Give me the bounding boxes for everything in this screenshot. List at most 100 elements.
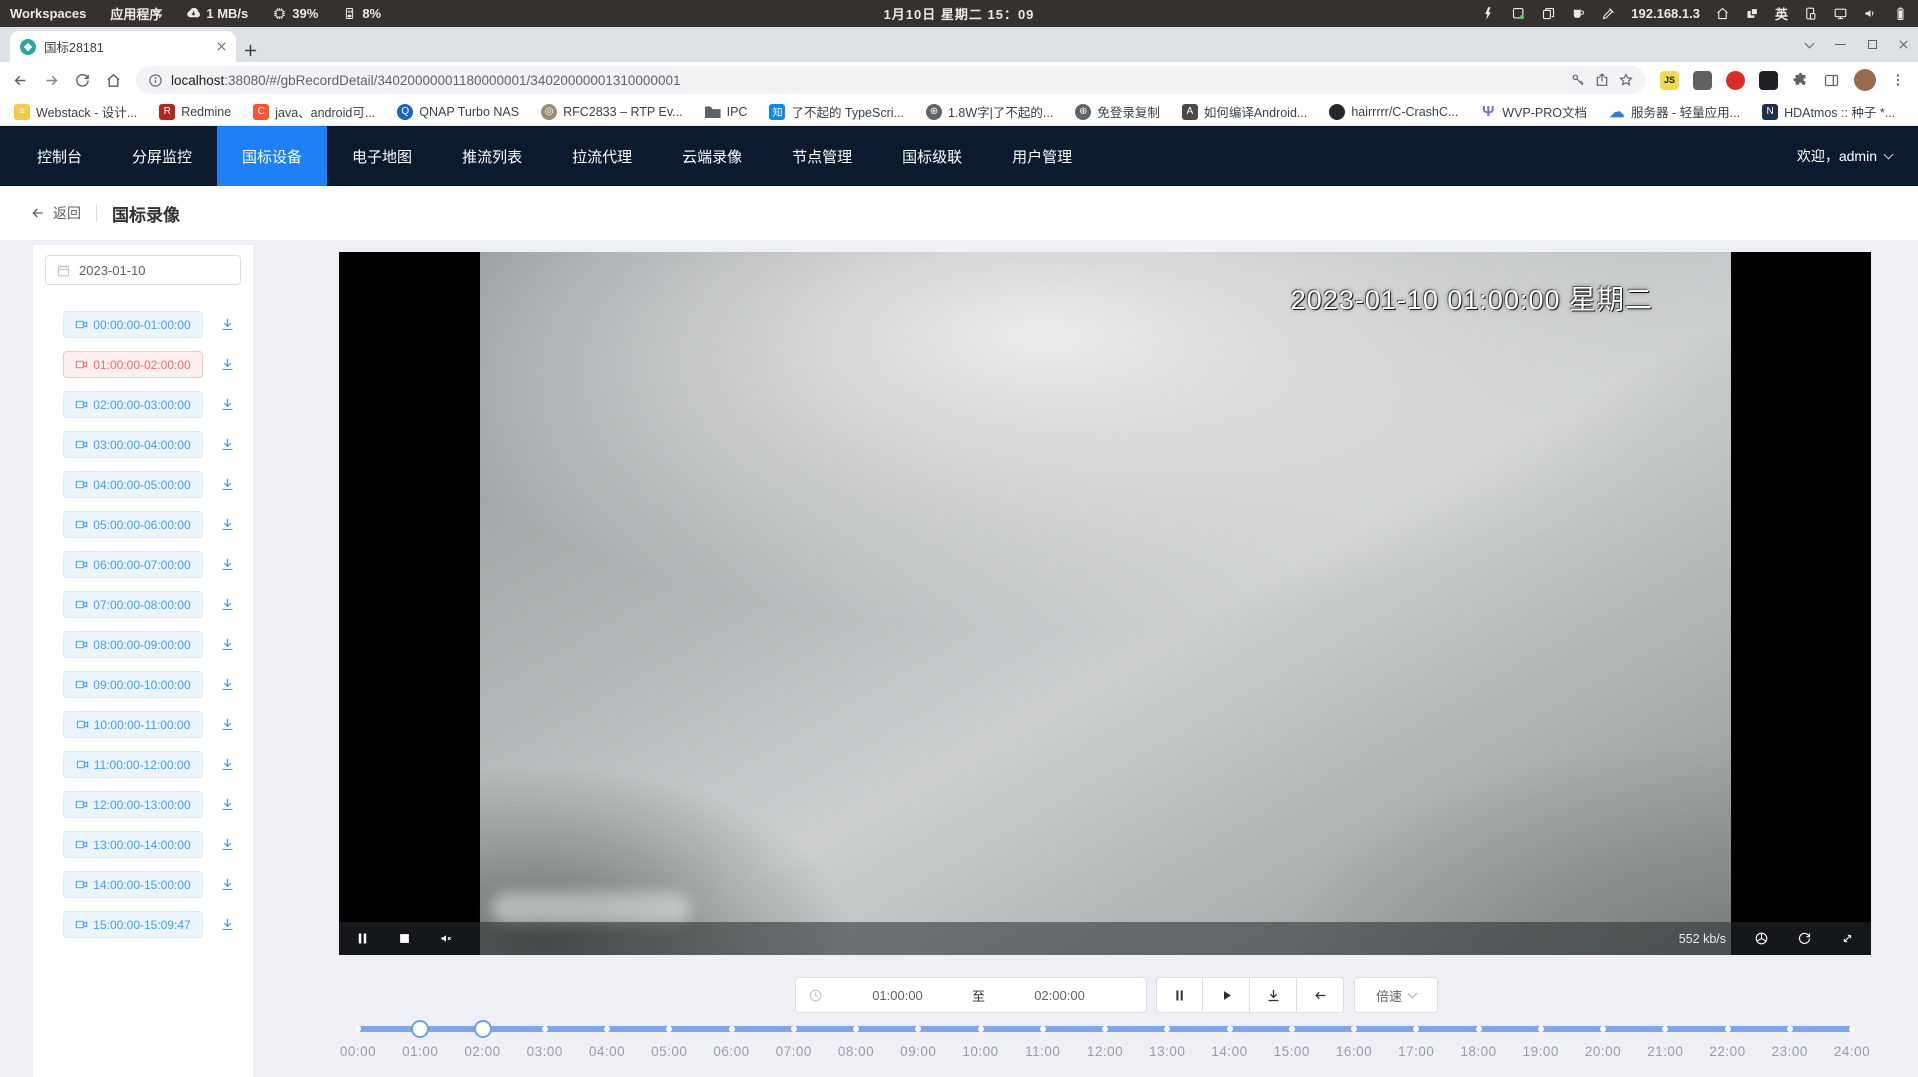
segment-download-button[interactable]	[220, 317, 235, 332]
segment-download-button[interactable]	[220, 597, 235, 612]
segment-pill[interactable]: 12:00:00-13:00:00	[63, 791, 203, 818]
bookmark-item[interactable]: ΨWVP-PRO文档	[1480, 102, 1587, 121]
bookmark-item[interactable]: hairrrrr/C-CrashC...	[1329, 104, 1458, 120]
segment-pill[interactable]: 05:00:00-06:00:00	[63, 511, 203, 538]
bookmark-item[interactable]: QQNAP Turbo NAS	[397, 104, 519, 120]
stop-icon[interactable]	[397, 931, 412, 946]
bookmark-item[interactable]: ◎RFC2833 – RTP Ev...	[541, 104, 683, 120]
battery-icon[interactable]	[1893, 6, 1908, 21]
password-key-icon[interactable]	[1570, 72, 1586, 88]
bookmark-item[interactable]: ⊕1.8W字|了不起的...	[926, 102, 1053, 121]
mute-icon[interactable]	[439, 931, 454, 946]
segment-download-button[interactable]	[220, 837, 235, 852]
bookmark-item[interactable]: Cjava、android可...	[253, 102, 375, 121]
segment-pill[interactable]: 06:00:00-07:00:00	[63, 551, 203, 578]
side-panel-button[interactable]	[1823, 72, 1840, 89]
color-picker-icon[interactable]	[1601, 6, 1616, 21]
bookmark-item[interactable]: ≡Webstack - 设计...	[14, 102, 137, 121]
download-control-button[interactable]	[1250, 977, 1297, 1013]
segment-pill[interactable]: 10:00:00-11:00:00	[63, 711, 203, 738]
phone-icon[interactable]	[1803, 6, 1818, 21]
segment-download-button[interactable]	[220, 437, 235, 452]
browser-home-button[interactable]	[105, 72, 122, 89]
applications-button[interactable]: 应用程序	[110, 4, 162, 23]
segment-download-button[interactable]	[220, 917, 235, 932]
tab-search-chevron-icon[interactable]	[1805, 38, 1815, 48]
segment-pill[interactable]: 08:00:00-09:00:00	[63, 631, 203, 658]
extension-js-icon[interactable]: JS	[1660, 71, 1679, 90]
segment-pill[interactable]: 02:00:00-03:00:00	[63, 391, 203, 418]
slider-handle[interactable]	[474, 1020, 492, 1038]
extensions-puzzle-icon[interactable]	[1792, 72, 1809, 89]
clipboard-icon[interactable]	[1541, 6, 1556, 21]
site-info-icon[interactable]	[148, 73, 163, 88]
play-control-button[interactable]	[1203, 977, 1250, 1013]
maximize-button[interactable]	[1868, 40, 1877, 49]
video-player[interactable]: 2023-01-10 01:00:00 星期二 552 kb/s	[339, 252, 1871, 955]
system-clock[interactable]: 1月10日 星期二 15：09	[884, 4, 1035, 23]
bolt-icon[interactable]	[1481, 6, 1496, 21]
nav-item-国标设备[interactable]: 国标设备	[217, 126, 327, 186]
nav-item-电子地图[interactable]: 电子地图	[327, 126, 437, 186]
profile-avatar[interactable]	[1854, 69, 1876, 91]
shutter-icon[interactable]	[1754, 931, 1769, 946]
segment-pill[interactable]: 03:00:00-04:00:00	[63, 431, 203, 458]
workspaces-button[interactable]: Workspaces	[10, 6, 86, 21]
volume-icon[interactable]	[1863, 6, 1878, 21]
segment-download-button[interactable]	[220, 517, 235, 532]
reload-button[interactable]	[74, 72, 91, 89]
segment-pill[interactable]: 15:00:00-15:09:47	[63, 911, 203, 938]
segment-pill[interactable]: 00:00:00-01:00:00	[63, 311, 203, 338]
input-method-indicator[interactable]: 英	[1775, 4, 1788, 23]
extension-black-icon[interactable]	[1759, 71, 1778, 90]
segment-download-button[interactable]	[220, 677, 235, 692]
tab-close-button[interactable]	[217, 42, 226, 51]
segment-download-button[interactable]	[220, 877, 235, 892]
nav-item-分屏监控[interactable]: 分屏监控	[107, 126, 217, 186]
ip-address[interactable]: 192.168.1.3	[1631, 6, 1700, 21]
segment-download-button[interactable]	[220, 557, 235, 572]
refresh-icon[interactable]	[1797, 931, 1812, 946]
screenshot-app-icon[interactable]	[1511, 6, 1526, 21]
date-picker[interactable]: 2023-01-10	[45, 255, 241, 285]
pause-control-button[interactable]	[1156, 977, 1203, 1013]
window-close-button[interactable]	[1899, 40, 1908, 49]
bookmark-item[interactable]: IPC	[705, 105, 748, 119]
segment-download-button[interactable]	[220, 477, 235, 492]
segment-download-button[interactable]	[220, 757, 235, 772]
speed-dropdown[interactable]: 倍速	[1354, 977, 1438, 1013]
segment-download-button[interactable]	[220, 637, 235, 652]
step-back-button[interactable]	[1297, 977, 1344, 1013]
omnibox[interactable]: localhost:38080/#/gbRecordDetail/3402000…	[136, 66, 1646, 94]
nav-item-云端录像[interactable]: 云端录像	[657, 126, 767, 186]
segment-download-button[interactable]	[220, 717, 235, 732]
forward-button[interactable]	[43, 72, 60, 89]
bookmark-item[interactable]: 知了不起的 TypeScri...	[769, 102, 904, 121]
display-icon[interactable]	[1833, 6, 1848, 21]
segment-pill[interactable]: 09:00:00-10:00:00	[63, 671, 203, 698]
segment-pill[interactable]: 07:00:00-08:00:00	[63, 591, 203, 618]
time-range-input[interactable]: 01:00:00 至 02:00:00	[795, 977, 1147, 1013]
segment-download-button[interactable]	[220, 397, 235, 412]
slider-track[interactable]	[358, 1026, 1852, 1032]
workspaces-overlap-icon[interactable]	[1745, 6, 1760, 21]
back-link[interactable]: 返回	[30, 203, 81, 223]
nav-item-拉流代理[interactable]: 拉流代理	[547, 126, 657, 186]
nav-item-推流列表[interactable]: 推流列表	[437, 126, 547, 186]
back-button[interactable]	[12, 72, 29, 89]
nav-item-控制台[interactable]: 控制台	[12, 126, 107, 186]
user-menu[interactable]: 欢迎，admin	[1797, 126, 1892, 186]
extension-red-icon[interactable]	[1726, 71, 1745, 90]
bookmark-item[interactable]: NHDAtmos :: 种子 *...	[1762, 102, 1895, 121]
fullscreen-icon[interactable]	[1840, 931, 1855, 946]
share-icon[interactable]	[1594, 72, 1610, 88]
bookmark-item[interactable]: RRedmine	[159, 104, 231, 120]
nav-item-国标级联[interactable]: 国标级联	[877, 126, 987, 186]
segment-download-button[interactable]	[220, 357, 235, 372]
nav-item-用户管理[interactable]: 用户管理	[987, 126, 1097, 186]
nav-item-节点管理[interactable]: 节点管理	[767, 126, 877, 186]
segment-pill[interactable]: 13:00:00-14:00:00	[63, 831, 203, 858]
minimize-button[interactable]	[1835, 44, 1846, 45]
new-tab-button[interactable]	[244, 44, 257, 57]
browser-menu-kebab-icon[interactable]	[1890, 72, 1906, 88]
